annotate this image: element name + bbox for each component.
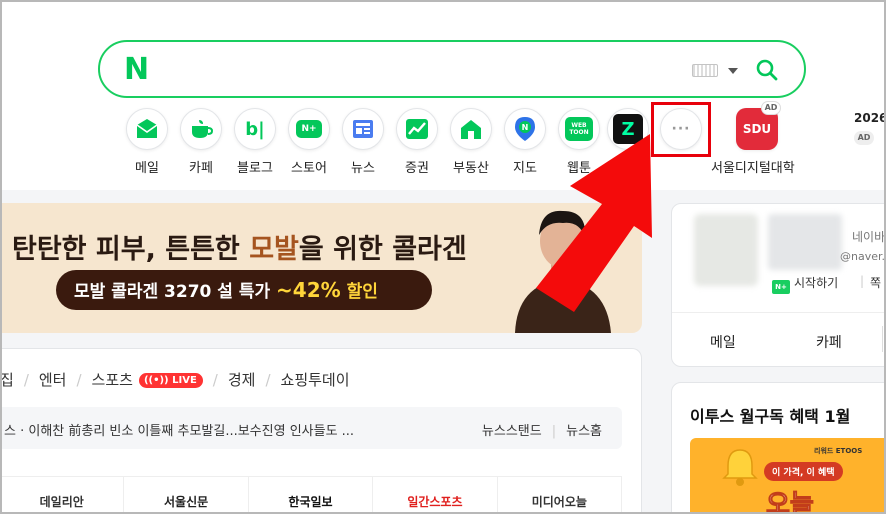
red-arrow-icon (536, 134, 652, 312)
login-email-text: @naver.co (840, 250, 886, 263)
login-name-text: 네이바 (852, 230, 886, 244)
shortcut-label: 메일 (135, 161, 159, 176)
ticker-links: 뉴스스탠드 | 뉴스홈 (481, 424, 602, 439)
start-link[interactable]: N+ 시작하기 (772, 274, 838, 294)
keyboard-icon[interactable] (692, 64, 718, 77)
news-home-link[interactable]: 뉴스홈 (566, 424, 602, 439)
stock-icon (396, 108, 438, 150)
blog-icon-text: b| (245, 118, 265, 140)
svg-text:N: N (522, 123, 529, 132)
shortcut-label: 카페 (189, 161, 213, 176)
tab-entertainment[interactable]: 엔터 (39, 369, 67, 390)
shortcut-ad-sdu[interactable]: SDU AD (727, 101, 787, 150)
newspaper-logos: 데일리안 서울신문 한국일보 일간스포츠 미디어오늘 (0, 476, 623, 514)
tab-sports[interactable]: 스포츠 ((•)) LIVE (92, 369, 203, 390)
ad-tagline: 이 가격, 이 혜택 (764, 462, 843, 481)
highlight-box (651, 102, 711, 157)
shortcut-label: 뉴스 (351, 161, 375, 176)
shortcut-stock[interactable]: 증권 (387, 108, 447, 176)
newspaper-logo[interactable]: 데일리안 (0, 477, 125, 514)
newspaper-logo[interactable]: 미디어오늘 (498, 477, 623, 514)
sdu-logo-icon: SDU AD (736, 101, 781, 150)
cafe-icon (180, 108, 222, 150)
banner-headline-highlight: 모발 (249, 234, 299, 265)
side-ad-title: 이투스 월구독 혜택 1월 (690, 407, 851, 426)
bell-icon (722, 449, 758, 486)
newspaper-logo[interactable]: 일간스포츠 (373, 477, 498, 514)
sdu-logo-text: SDU (742, 122, 772, 136)
login-mail-link[interactable]: 메일 (710, 332, 736, 352)
login-panel: 네이바 @naver.co N+시작하기 | 쪽 메일 카페 (671, 203, 886, 367)
banner-promo-text: 모발 콜라겐 3270 설 특가 (74, 282, 277, 302)
tab-economy[interactable]: 경제 (228, 369, 256, 390)
search-bar: N (98, 40, 806, 98)
side-ad-box[interactable]: 이투스 월구독 혜택 1월 리워드 ETOOS 이 가격, 이 혜택 오늘 (671, 382, 886, 514)
shortcut-realestate[interactable]: 부동산 (441, 108, 501, 176)
news-section: 집 / 엔터 / 스포츠 ((•)) LIVE / 경제 / 쇼핑투데이 스 · … (0, 348, 642, 514)
store-icon-text: N+ (296, 120, 322, 138)
shortcut-label: 부동산 (453, 161, 489, 176)
news-icon (342, 108, 384, 150)
notes-link[interactable]: 쪽 (870, 274, 881, 291)
right-ad-text: 2026 (854, 111, 886, 125)
naver-logo[interactable]: N (124, 52, 149, 87)
ad-badge: AD (854, 131, 874, 145)
shortcut-cafe[interactable]: 카페 (171, 108, 231, 176)
live-badge: ((•)) LIVE (138, 373, 203, 388)
naverplus-icon: N+ (772, 280, 790, 294)
banner-headline-pre: 탄탄한 피부, 튼튼한 (12, 234, 250, 265)
newsstand-link[interactable]: 뉴스스탠드 (482, 424, 542, 439)
search-icon[interactable] (755, 58, 779, 82)
tab-shopping-today[interactable]: 쇼핑투데이 (281, 369, 350, 390)
shortcut-label: 블로그 (237, 161, 273, 176)
ad-badge: AD (761, 101, 781, 115)
shortcut-label: 증권 (405, 161, 429, 176)
shortcut-store[interactable]: N+ 스토어 (279, 108, 339, 176)
shortcut-news[interactable]: 뉴스 (333, 108, 393, 176)
chevron-down-icon[interactable] (728, 68, 738, 74)
banner-promo-pill: 모발 콜라겐 3270 설 특가 ~42% 할인 (56, 270, 432, 310)
mail-icon (126, 108, 168, 150)
blurred-name (768, 214, 842, 270)
store-icon: N+ (288, 108, 330, 150)
newspaper-logo[interactable]: 서울신문 (124, 477, 249, 514)
news-tabs: 집 / 엔터 / 스포츠 ((•)) LIVE / 경제 / 쇼핑투데이 (0, 369, 350, 390)
shortcut-mail[interactable]: 메일 (117, 108, 177, 176)
start-label: 시작하기 (794, 276, 839, 290)
etoos-logo-text: 리워드 ETOOS (814, 447, 863, 455)
blurred-profile (694, 214, 758, 286)
shortcut-blog[interactable]: b| 블로그 (225, 108, 285, 176)
blog-icon: b| (234, 108, 276, 150)
shortcut-ad-label: 서울디지털대학 (711, 161, 795, 176)
live-badge-text: LIVE (172, 375, 197, 386)
tab-sports-label: 스포츠 (91, 371, 133, 389)
tab-item[interactable]: 집 (0, 369, 14, 390)
banner-headline-post: 을 위한 콜라겐 (298, 234, 467, 265)
shortcut-label: 스토어 (291, 161, 327, 176)
side-ad-image: 리워드 ETOOS 이 가격, 이 혜택 오늘 (690, 438, 886, 514)
search-input[interactable] (170, 54, 750, 84)
login-cafe-link[interactable]: 카페 (816, 332, 842, 352)
ad-big-text: 오늘 (766, 490, 815, 514)
ticker-headline[interactable]: 스 · 이해찬 前총리 빈소 이틀째 추모발길...보수진영 인사들도 ... (4, 420, 354, 439)
newspaper-logo[interactable]: 한국일보 (249, 477, 374, 514)
news-ticker: 스 · 이해찬 前총리 빈소 이틀째 추모발길...보수진영 인사들도 ... … (0, 407, 622, 449)
right-ad-teaser[interactable]: 2026 AD (854, 111, 886, 145)
banner-promo-percent: ~42% (276, 278, 341, 302)
realestate-icon (450, 108, 492, 150)
banner-headline: 탄탄한 피부, 튼튼한 모발을 위한 콜라겐 (12, 227, 467, 266)
banner-promo-suffix: 할인 (340, 282, 378, 302)
